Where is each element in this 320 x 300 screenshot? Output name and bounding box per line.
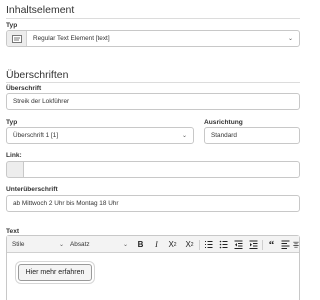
header-type-value: Überschrift 1 [1] — [13, 132, 59, 139]
section-title-ueberschriften: Überschriften — [6, 69, 69, 81]
content-type-value: Regular Text Element [text] — [33, 35, 110, 42]
toolbar-separator — [199, 240, 200, 250]
rich-text-editor: Stile ⌄ Absatz ⌄ B I X2 X2 “ Hier mehr e… — [6, 235, 300, 300]
link-placeholder-icon — [6, 161, 24, 178]
divider — [6, 18, 300, 19]
chevron-down-icon: ⌄ — [58, 242, 64, 248]
subheader-label: Unterüberschrift — [6, 186, 58, 193]
styles-dropdown[interactable]: Stile ⌄ — [12, 239, 64, 250]
header-label: Überschrift — [6, 85, 42, 92]
content-link-button[interactable]: Hier mehr erfahren — [18, 264, 92, 281]
styles-dropdown-label: Stile — [12, 241, 25, 248]
format-dropdown-label: Absatz — [70, 241, 90, 248]
blockquote-icon[interactable]: “ — [266, 239, 277, 251]
numbered-list-icon[interactable] — [203, 239, 214, 250]
bullet-list-icon[interactable] — [218, 239, 229, 250]
link-input[interactable] — [23, 161, 300, 178]
header-input[interactable]: Streik der Lokführer — [6, 93, 300, 110]
type-label: Typ — [6, 22, 18, 29]
section-title-inhaltselement: Inhaltselement — [6, 4, 75, 16]
content-type-select[interactable]: Regular Text Element [text] ⌄ — [6, 30, 300, 47]
link-label: Link: — [6, 152, 22, 159]
bold-icon[interactable]: B — [135, 239, 146, 250]
alignment-select[interactable]: Standard — [204, 127, 300, 144]
alignment-value: Standard — [211, 132, 237, 139]
align-center-icon[interactable] — [293, 239, 299, 250]
align-left-icon[interactable] — [280, 239, 291, 250]
header-type-label: Typ — [6, 119, 18, 126]
outdent-icon[interactable] — [233, 239, 244, 250]
chevron-down-icon: ⌄ — [122, 242, 128, 248]
italic-icon[interactable]: I — [151, 239, 162, 250]
subheader-input[interactable]: ab Mittwoch 2 Uhr bis Montag 18 Uhr — [6, 195, 300, 212]
subscript-icon[interactable]: X2 — [166, 239, 179, 250]
chevron-down-icon: ⌄ — [287, 36, 293, 42]
superscript-icon[interactable]: X2 — [183, 239, 196, 250]
text-label: Text — [6, 228, 20, 235]
header-type-select[interactable]: Überschrift 1 [1] ⌄ — [6, 127, 194, 144]
divider — [6, 82, 300, 83]
text-element-icon — [7, 31, 27, 46]
indent-icon[interactable] — [248, 239, 259, 250]
alignment-label: Ausrichtung — [204, 119, 243, 126]
chevron-down-icon: ⌄ — [181, 133, 187, 139]
toolbar-separator — [262, 240, 263, 250]
format-dropdown[interactable]: Absatz ⌄ — [70, 239, 128, 250]
